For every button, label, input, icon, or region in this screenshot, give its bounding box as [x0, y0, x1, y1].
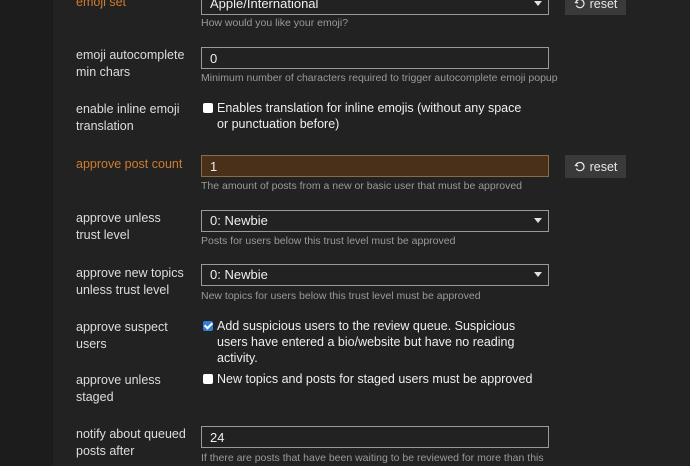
undo-icon: [574, 161, 585, 171]
approve-unless-staged-option[interactable]: New topics and posts for staged users mu…: [203, 371, 533, 387]
desc-notify-queued: If there are posts that have been waitin…: [201, 452, 544, 464]
reset-approve-post-count-button[interactable]: reset: [565, 155, 626, 178]
inline-emoji-option[interactable]: Enables translation for inline emojis (w…: [203, 100, 533, 132]
label-notify-queued: notify about queued posts after: [76, 427, 186, 458]
notify-queued-input[interactable]: [201, 426, 549, 448]
label-emoji-set: emoji set: [76, 0, 127, 9]
label-inline-emoji: enable inline emoji translation: [76, 102, 180, 133]
inline-emoji-checkbox[interactable]: [203, 103, 213, 113]
desc-emoji-set: How would you like your emoji?: [201, 17, 349, 29]
caret-down-icon: [534, 272, 542, 277]
approve-suspect-option[interactable]: Add suspicious users to the review queue…: [203, 318, 533, 366]
approve-unless-staged-text: New topics and posts for staged users mu…: [217, 372, 533, 386]
label-approve-suspect: approve suspect users: [76, 320, 168, 351]
desc-approve-post-count: The amount of posts from a new or basic …: [201, 180, 522, 192]
desc-emoji-autocomplete: Minimum number of characters required to…: [201, 72, 558, 84]
emoji-autocomplete-input[interactable]: [201, 47, 549, 69]
approve-suspect-text: Add suspicious users to the review queue…: [217, 319, 516, 365]
approve-unless-trust-value: 0: Newbie: [210, 213, 268, 228]
approve-unless-trust-select[interactable]: 0: Newbie: [201, 210, 549, 232]
caret-down-icon: [534, 218, 542, 223]
label-approve-unless-staged: approve unless staged: [76, 373, 161, 404]
desc-approve-new-topics: New topics for users below this trust le…: [201, 290, 481, 302]
desc-approve-unless-trust: Posts for users below this trust level m…: [201, 235, 456, 247]
emoji-set-select[interactable]: Apple/International: [201, 0, 549, 15]
left-gutter: [0, 0, 53, 466]
label-emoji-autocomplete: emoji autocomplete min chars: [76, 48, 185, 79]
reset-label: reset: [589, 159, 618, 174]
emoji-set-value: Apple/International: [210, 0, 319, 11]
undo-icon: [574, 0, 585, 8]
reset-emoji-set-button[interactable]: reset: [565, 0, 626, 15]
inline-emoji-text: Enables translation for inline emojis (w…: [217, 101, 522, 131]
approve-new-topics-select[interactable]: 0: Newbie: [201, 264, 549, 286]
reset-label: reset: [589, 0, 618, 11]
label-approve-unless-trust: approve unless trust level: [76, 211, 161, 242]
label-approve-post-count: approve post count: [76, 157, 183, 171]
approve-unless-staged-checkbox[interactable]: [203, 374, 213, 384]
approve-suspect-checkbox[interactable]: [203, 321, 213, 331]
approve-new-topics-value: 0: Newbie: [210, 267, 268, 282]
caret-down-icon: [534, 1, 542, 6]
label-approve-new-topics: approve new topics unless trust level: [76, 266, 184, 297]
approve-post-count-input[interactable]: [201, 155, 549, 177]
